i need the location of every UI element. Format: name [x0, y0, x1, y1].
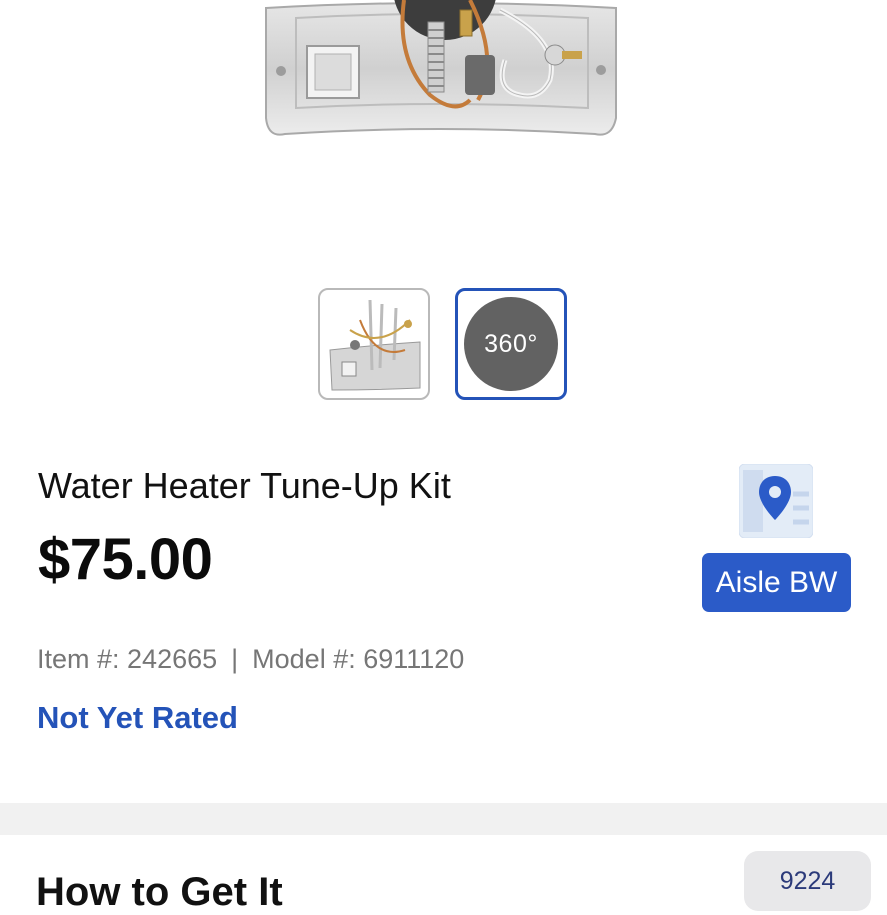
- 360-view-badge: 360°: [464, 297, 558, 391]
- model-number: Model #: 6911120: [252, 644, 465, 674]
- identifier-separator: |: [231, 644, 239, 674]
- item-number: Item #: 242665: [37, 644, 218, 674]
- product-photo: [265, 0, 617, 136]
- section-divider: [0, 803, 887, 835]
- rating-link[interactable]: Not Yet Rated: [37, 700, 238, 736]
- store-number-pill[interactable]: 9224: [744, 851, 871, 911]
- aisle-button[interactable]: Aisle BW: [702, 553, 851, 612]
- product-image[interactable]: [0, 0, 887, 275]
- map-pin-icon[interactable]: [739, 464, 813, 538]
- thumbnail-photo[interactable]: [318, 288, 430, 400]
- product-identifiers: Item #: 242665 | Model #: 6911120: [37, 644, 464, 675]
- product-title: Water Heater Tune-Up Kit: [38, 465, 451, 506]
- product-price: $75.00: [38, 527, 213, 592]
- thumbnail-360-view[interactable]: 360°: [455, 288, 567, 400]
- section-heading: How to Get It: [36, 870, 283, 914]
- thumbnail-image: [329, 299, 421, 391]
